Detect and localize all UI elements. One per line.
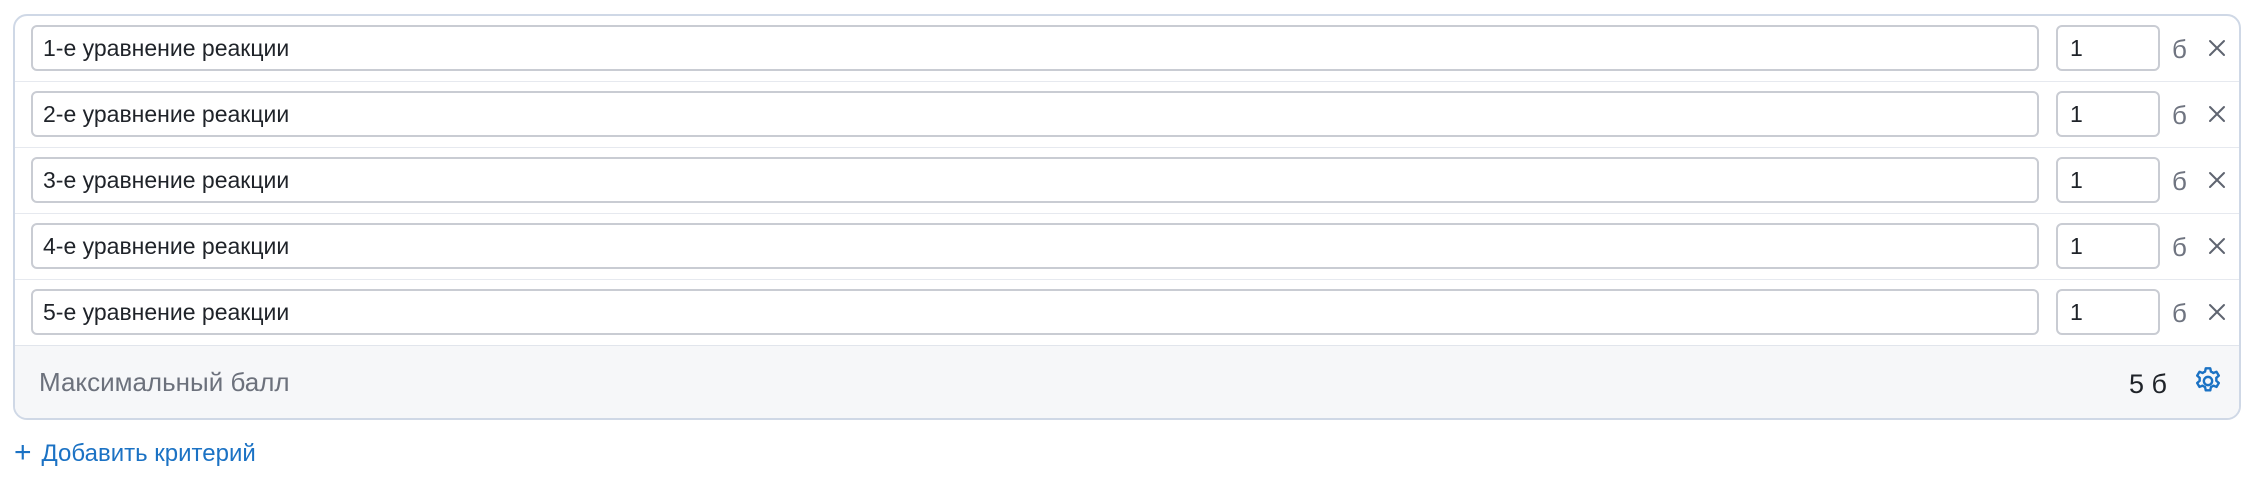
criterion-score-input[interactable] [2056,25,2160,71]
criterion-name-input[interactable] [31,157,2039,203]
remove-criterion-button[interactable] [2205,166,2229,194]
criterion-row: б [15,82,2239,148]
criterion-row: б [15,280,2239,346]
close-icon [2209,238,2225,254]
criterion-score-input[interactable] [2056,289,2160,335]
score-unit: б [2172,232,2187,262]
criterion-name-input[interactable] [31,91,2039,137]
max-score-settings-button[interactable] [2191,364,2225,398]
max-score-label: Максимальный балл [39,367,290,397]
criterion-name-input[interactable] [31,223,2039,269]
close-icon [2209,172,2225,188]
criterion-row: б [15,214,2239,280]
criterion-name-input[interactable] [31,25,2039,71]
add-criterion-label: Добавить критерий [41,440,256,467]
score-unit: б [2172,166,2187,196]
plus-icon: + [14,436,32,469]
criterion-score-input[interactable] [2056,91,2160,137]
criteria-panel: б б б [13,14,2241,420]
max-score-value: 5 б [2129,369,2167,399]
remove-criterion-button[interactable] [2205,298,2229,326]
score-unit: б [2172,100,2187,130]
max-score-footer: Максимальный балл 5 б [15,346,2239,418]
criterion-score-input[interactable] [2056,157,2160,203]
score-unit: б [2172,34,2187,64]
remove-criterion-button[interactable] [2205,100,2229,128]
criterion-score-input[interactable] [2056,223,2160,269]
criterion-name-input[interactable] [31,289,2039,335]
criteria-list: б б б [15,16,2239,346]
remove-criterion-button[interactable] [2205,34,2229,62]
close-icon [2209,304,2225,320]
criterion-row: б [15,16,2239,82]
score-unit: б [2172,298,2187,328]
close-icon [2209,40,2225,56]
remove-criterion-button[interactable] [2205,232,2229,260]
criterion-row: б [15,148,2239,214]
criteria-editor: б б б [0,0,2256,480]
add-criterion-button[interactable]: + Добавить критерий [14,438,256,470]
gear-icon [2196,367,2220,392]
close-icon [2209,106,2225,122]
